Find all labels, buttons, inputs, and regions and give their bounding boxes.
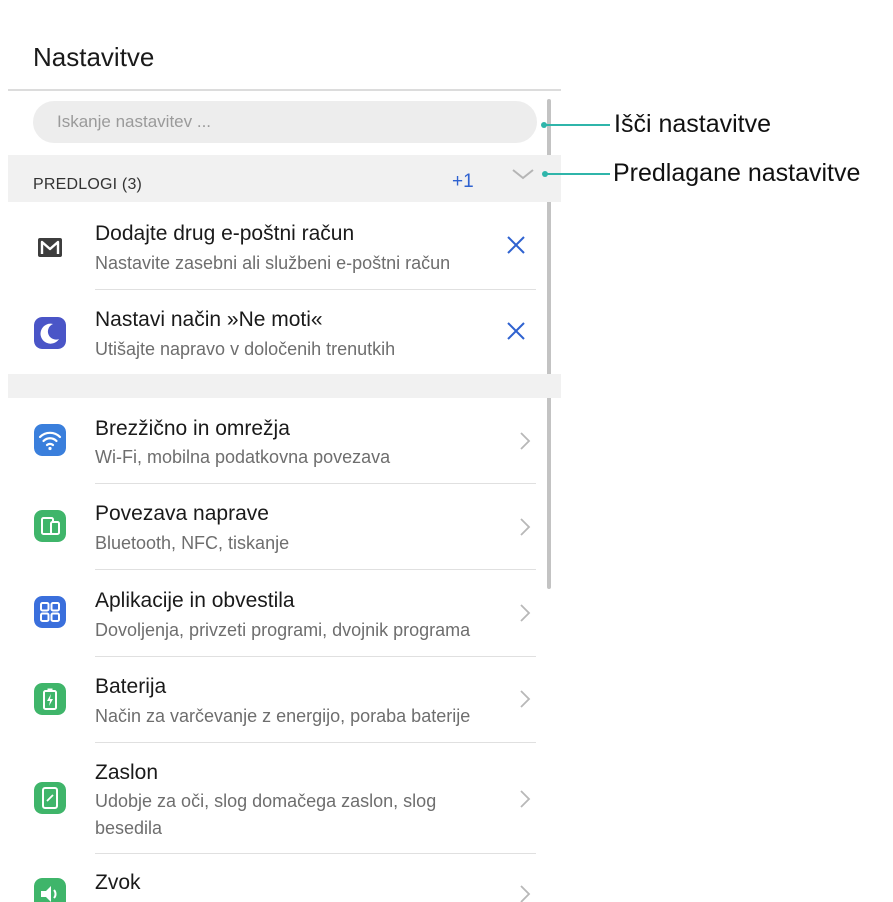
callout-search-label: Išči nastavitve (614, 110, 772, 138)
callout-suggestions-label: Predlagane nastavitve (613, 159, 861, 187)
